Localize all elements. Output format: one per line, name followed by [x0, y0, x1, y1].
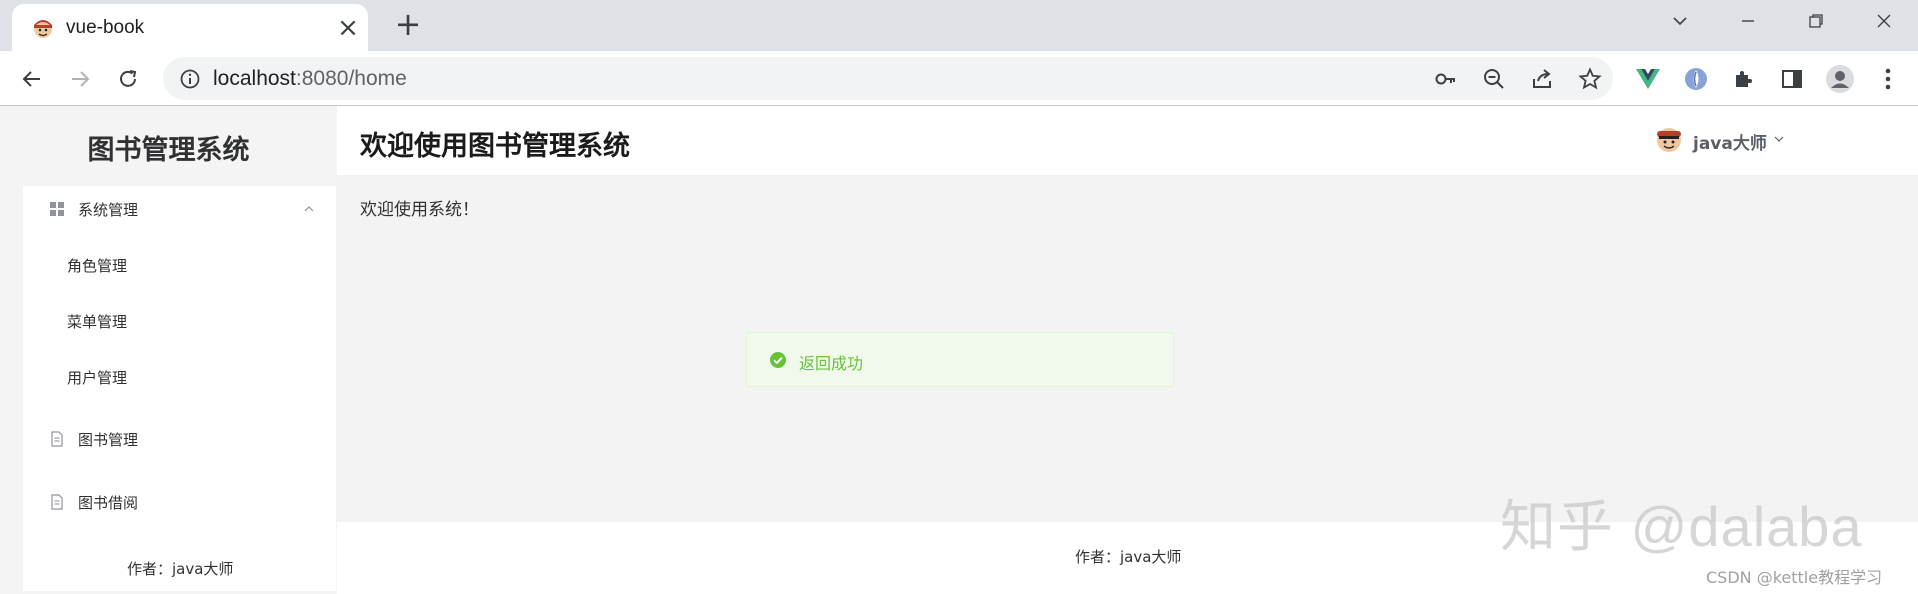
info-icon[interactable]	[179, 68, 201, 90]
restore-icon[interactable]	[1798, 8, 1834, 38]
browser-toolbar: localhost:8080/home	[0, 51, 1918, 106]
footer-author: 作者：java大师	[1075, 548, 1182, 566]
sidebar-item-menus[interactable]: 菜单管理	[23, 298, 336, 344]
welcome-text: 欢迎使用系统！	[360, 200, 479, 220]
close-window-icon[interactable]	[1866, 8, 1902, 38]
sidebar-item-label: 菜单管理	[67, 312, 128, 331]
menu-more-icon[interactable]	[1872, 63, 1904, 95]
profile-icon[interactable]	[1824, 63, 1856, 95]
reload-icon[interactable]	[112, 63, 144, 95]
sidebar-item-label: 用户管理	[67, 368, 128, 387]
sidebar-item-label: 角色管理	[67, 256, 128, 275]
minimize-icon[interactable]	[1730, 8, 1766, 38]
sidebar-item-users[interactable]: 用户管理	[23, 354, 336, 400]
tab-search-icon[interactable]	[1662, 8, 1698, 38]
chevron-up-icon	[304, 206, 314, 212]
document-icon	[51, 494, 63, 510]
watermark-csdn: CSDN @kettle教程学习	[1706, 568, 1883, 587]
bookmark-star-icon[interactable]	[1577, 66, 1603, 92]
browser-tabbar: vue-book × +	[0, 0, 1918, 51]
sidebar-brand: 图书管理系统	[87, 135, 250, 166]
page-title: 欢迎使用图书管理系统	[360, 131, 630, 162]
watermark-zhihu: 知乎 @dalaba	[1500, 495, 1863, 558]
sidebar-item-label: 图书借阅	[78, 493, 139, 512]
sidebar-menu: 系统管理 角色管理 菜单管理 用户管理 图书管理 图书借阅	[23, 186, 336, 546]
header: 欢迎使用图书管理系统 java大师	[337, 106, 1918, 175]
back-icon[interactable]	[16, 63, 48, 95]
toast-message: 返回成功	[799, 354, 864, 373]
forward-icon[interactable]	[64, 63, 96, 95]
address-bar[interactable]: localhost:8080/home	[163, 57, 1613, 100]
extension-shield-icon[interactable]	[1680, 63, 1712, 95]
sidebar-item-borrow[interactable]: 图书借阅	[23, 479, 336, 525]
sidebar-item-system[interactable]: 系统管理	[23, 186, 336, 232]
side-panel-icon[interactable]	[1776, 63, 1808, 95]
share-icon[interactable]	[1529, 66, 1555, 92]
sidebar-author: 作者：java大师	[127, 560, 234, 578]
sidebar-item-books[interactable]: 图书管理	[23, 416, 336, 462]
tab-title: vue-book	[66, 17, 145, 38]
key-icon[interactable]	[1433, 66, 1459, 92]
sidebar-item-label: 系统管理	[78, 200, 139, 219]
document-icon	[51, 431, 63, 447]
avatar[interactable]	[1655, 125, 1683, 153]
sidebar-item-label: 图书管理	[78, 430, 139, 449]
success-toast: 返回成功	[746, 332, 1174, 387]
main-content: 欢迎使用系统！ 返回成功	[337, 175, 1918, 522]
url-text[interactable]: localhost:8080/home	[213, 67, 407, 91]
success-check-icon	[770, 352, 786, 368]
sidebar-item-roles[interactable]: 角色管理	[23, 242, 336, 288]
avatar-favicon-icon	[34, 20, 52, 38]
tab-close-icon[interactable]: ×	[335, 15, 361, 41]
sidebar: 图书管理系统 系统管理 角色管理 菜单管理 用户管理 图书管理 图书借阅 作者：…	[0, 106, 337, 594]
vue-devtools-icon[interactable]	[1632, 63, 1664, 95]
extensions-puzzle-icon[interactable]	[1728, 63, 1760, 95]
user-name[interactable]: java大师	[1693, 129, 1767, 154]
new-tab-button[interactable]: +	[392, 8, 424, 41]
zoom-out-icon[interactable]	[1481, 66, 1507, 92]
grid-icon	[50, 202, 64, 216]
browser-tab[interactable]: vue-book ×	[12, 4, 368, 51]
chevron-down-icon[interactable]	[1773, 133, 1785, 145]
